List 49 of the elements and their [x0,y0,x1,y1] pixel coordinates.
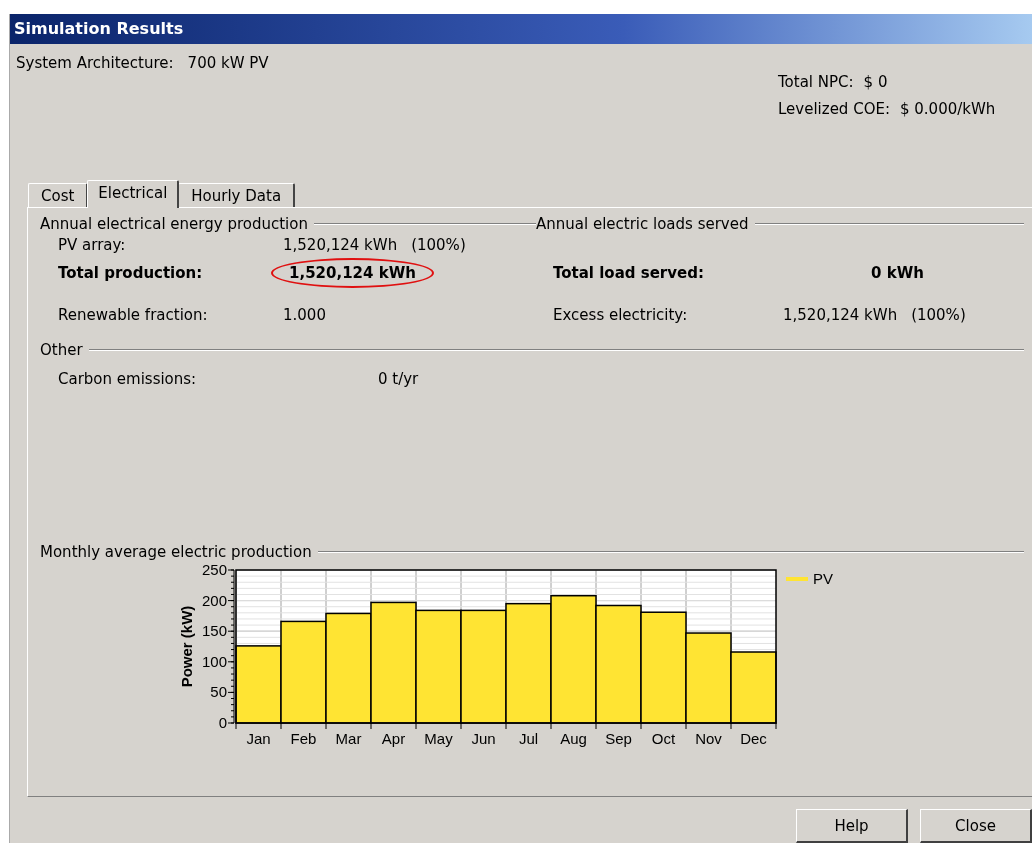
x-tick-label: Feb [290,730,317,748]
tab[interactable]: Electrical [87,180,180,209]
share-value: (100%) [411,236,466,255]
y-tick-label: 0 [218,714,227,732]
x-tick-label: Aug [560,730,587,748]
y-tick-label: 150 [201,622,227,640]
architecture-label: System Architecture: [16,53,174,74]
summary-label: Total NPC: [778,72,854,91]
summary-label: Levelized COE: [778,99,890,118]
group-title: Annual electrical energy production [40,215,308,234]
y-tick-label: 250 [201,564,227,579]
field-label: PV array: [58,236,127,255]
x-tick-label: Oct [651,730,676,748]
summary-value: $ 0.000/kWh [899,99,996,118]
x-tick-label: Apr [381,730,406,748]
x-tick-label: Sep [605,730,632,748]
tab[interactable]: Hourly Data [178,183,296,208]
x-tick-label: Dec [740,730,767,748]
group-title: Annual electric loads served [536,215,749,234]
field-value: 1,520,124 kWh [783,306,898,325]
x-tick-label: Jan [246,730,271,748]
field-value: 0 kWh [871,264,924,283]
group-title: Monthly average electric production [40,543,312,562]
field-value: 1.000 [283,306,326,325]
dialog-button[interactable]: Close [920,809,1032,843]
field-label: Renewable fraction: [58,306,209,325]
y-tick-label: 200 [201,591,227,609]
group-title: Other [40,341,83,360]
share-value: (100%) [911,306,966,325]
dialog-button[interactable]: Help [796,809,908,843]
x-tick-label: Jul [518,730,539,748]
architecture-value: 700 kW PV [187,53,269,74]
x-tick-label: Nov [695,730,722,748]
y-tick-label: 100 [201,653,227,671]
field-label: Total load served: [553,264,705,283]
field-value: 1,520,124 kWh [283,236,398,255]
y-axis-label: Power (kW) [178,605,195,688]
window-title: Simulation Results [14,19,184,39]
field-label: Carbon emissions: [58,370,198,389]
summary-value: $ 0 [863,72,888,91]
y-tick-label: 50 [210,683,227,701]
x-tick-label: Mar [335,730,362,748]
field-value: 1,520,124 kWh [271,258,434,289]
field-value: 0 t/yr [378,370,419,389]
x-tick-label: May [424,730,453,748]
field-label: Total production: [58,264,204,283]
field-label: Excess electricity: [553,306,689,325]
x-tick-label: Jun [471,730,496,748]
legend-label: PV [813,570,833,588]
